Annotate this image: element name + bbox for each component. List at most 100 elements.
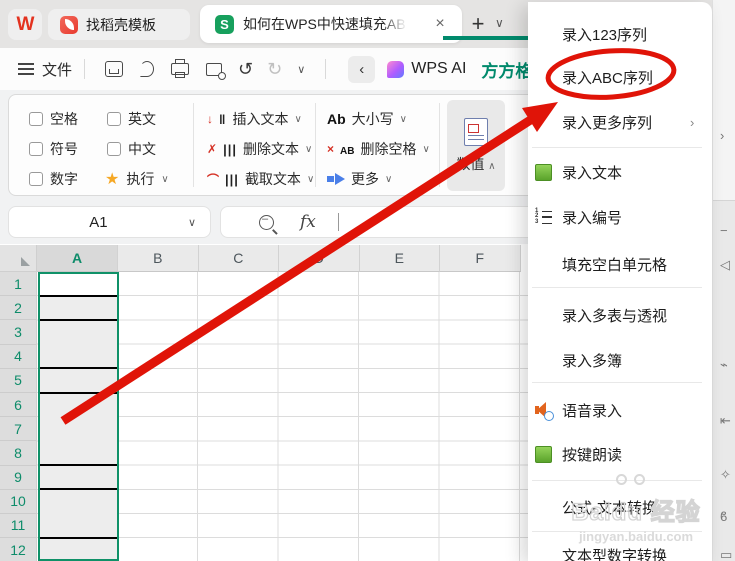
checkbox-icon[interactable] <box>29 142 43 156</box>
close-tab-icon[interactable]: × <box>430 14 450 34</box>
row-header-4[interactable]: 4 <box>0 344 37 369</box>
menu-item-enter-numbering[interactable]: 123 录入编号 <box>528 203 712 231</box>
menu-item-multi-sheet-pivot[interactable]: 录入多表与透视 <box>528 301 712 329</box>
menu-item-multi-workbook[interactable]: 录入多簿 <box>528 346 712 374</box>
button-label: 删除空格 <box>360 141 417 157</box>
column-header-F[interactable]: F <box>440 245 521 272</box>
row-header-5[interactable]: 5 <box>0 368 37 393</box>
menu-item-text-number-convert[interactable]: 文本型数字转换 <box>528 541 712 561</box>
menu-item-fill-blank-cells[interactable]: 填充空白单元格 <box>528 250 712 278</box>
menu-item-enter-abc-sequence[interactable]: 录入ABC序列 <box>528 63 712 91</box>
checkbox-icon[interactable] <box>107 142 121 156</box>
checkbox-icon[interactable] <box>29 112 43 126</box>
menu-divider <box>532 147 702 148</box>
menu-item-label: 录入多簿 <box>562 352 623 370</box>
checkbox-icon[interactable] <box>107 112 121 126</box>
export-pdf-icon[interactable] <box>140 61 155 77</box>
hamburger-menu-icon[interactable] <box>18 63 34 75</box>
merged-cell-border <box>40 367 117 370</box>
file-menu-button[interactable]: 文件 <box>42 59 72 80</box>
wps-ai-icon <box>387 60 405 78</box>
undo-icon[interactable]: ↺ <box>238 59 253 80</box>
icon-letters: AB <box>340 146 355 157</box>
name-box-chevron-icon[interactable]: ∨ <box>188 216 196 229</box>
change-case-button[interactable]: Ab 大小写 ∨ <box>327 108 407 130</box>
toolbar-more-chevron-icon[interactable]: ∨ <box>297 63 305 76</box>
sidebar-doc-icon[interactable]: ▭ <box>720 547 732 561</box>
select-all-button[interactable] <box>0 245 37 272</box>
tab-active-document[interactable]: S 如何在WPS中快速填充AB × <box>200 5 462 43</box>
execute-star-icon: ★ <box>105 171 120 188</box>
redo-icon[interactable]: ↻ <box>267 59 282 80</box>
tab-fangfangezi[interactable]: 方方格 <box>481 57 532 82</box>
tab-docer-templates[interactable]: 找稻壳模板 <box>48 9 190 40</box>
checkbox-chinese[interactable]: 中文 <box>107 139 156 159</box>
menu-item-label: 填充空白单元格 <box>562 256 668 274</box>
row-header-1[interactable]: 1 <box>0 272 37 297</box>
row-header-11[interactable]: 11 <box>0 513 37 539</box>
print-icon[interactable] <box>171 59 190 78</box>
merged-cell-border <box>40 294 117 297</box>
more-button[interactable]: 更多 ∨ <box>327 168 392 190</box>
sidebar-pin-icon[interactable]: ⌁ <box>720 357 728 373</box>
wps-home-button[interactable]: W <box>8 9 42 40</box>
row-header-8[interactable]: 8 <box>0 441 37 466</box>
row-header-3[interactable]: 3 <box>0 320 37 345</box>
checkbox-label: 符号 <box>50 141 78 157</box>
collapse-ribbon-back-button[interactable]: ‹ <box>348 55 376 83</box>
column-header-A[interactable]: A <box>37 245 118 272</box>
voice-speaker-icon <box>535 401 554 421</box>
tab-list-chevron-icon[interactable]: ∨ <box>495 16 504 30</box>
sidebar-person-icon[interactable]: ϐ <box>720 509 727 524</box>
wps-ai-button[interactable]: WPS AI <box>411 60 466 78</box>
menu-item-enter-text[interactable]: 录入文本 <box>528 158 712 186</box>
print-preview-icon[interactable] <box>206 62 227 80</box>
remove-spaces-button[interactable]: × AB 删除空格 ∨ <box>327 138 430 160</box>
menu-item-enter-123-sequence[interactable]: 录入123序列 <box>528 20 712 48</box>
insert-text-button[interactable]: ↓ ‖ 插入文本 ∨ <box>207 108 302 130</box>
column-header-C[interactable]: C <box>198 245 279 272</box>
menu-divider <box>532 287 702 288</box>
menu-item-enter-more-sequences[interactable]: 录入更多序列 › <box>528 108 712 136</box>
execute-button[interactable]: ★ 执行 ∨ <box>105 169 169 189</box>
zoom-minus-icon[interactable] <box>259 213 274 230</box>
sidebar-cursor-icon[interactable]: ◁ <box>720 257 730 273</box>
save-icon[interactable] <box>105 61 124 77</box>
button-label: 更多 <box>351 171 379 187</box>
row-header-6[interactable]: 6 <box>0 392 37 418</box>
chevron-down-icon: ∨ <box>294 113 302 125</box>
checkbox-english[interactable]: 英文 <box>107 109 156 129</box>
extract-text-button[interactable]: ⌒ ||| 截取文本 ∨ <box>207 168 314 190</box>
menu-item-formula-text-convert[interactable]: 公式-文本转换 <box>528 493 712 521</box>
merged-cell-border <box>40 536 117 539</box>
checkbox-number[interactable]: 数字 <box>29 169 78 189</box>
checkbox-space[interactable]: 空格 <box>29 109 78 129</box>
name-box[interactable]: A1 ∨ <box>8 206 211 238</box>
new-tab-button[interactable]: + <box>466 12 490 36</box>
row-header-9[interactable]: 9 <box>0 465 37 490</box>
menu-item-voice-input[interactable]: 语音录入 <box>528 396 712 424</box>
column-header-B[interactable]: B <box>118 245 199 272</box>
row-header-2[interactable]: 2 <box>0 296 37 321</box>
sidebar-minus-icon[interactable]: − <box>720 223 728 238</box>
row-header-7[interactable]: 7 <box>0 417 37 442</box>
row-header-10[interactable]: 10 <box>0 489 37 514</box>
column-header-E[interactable]: E <box>359 245 440 272</box>
active-cell-a1[interactable] <box>40 274 117 296</box>
extract-text-icon: ⌒ <box>207 172 220 187</box>
expand-panel-chevron-icon[interactable]: › <box>720 128 724 143</box>
docer-leaf-icon <box>60 15 78 34</box>
sidebar-indent-icon[interactable]: ⇤ <box>720 413 731 429</box>
column-header-D[interactable]: D <box>279 245 360 272</box>
row-header-12[interactable]: 12 <box>0 538 37 561</box>
checkbox-symbol[interactable]: 符号 <box>29 139 78 159</box>
delete-text-button[interactable]: ✗ ||| 删除文本 ∨ <box>207 138 312 160</box>
sidebar-sparkle-icon[interactable]: ✧ <box>720 467 731 483</box>
icon-bars: ||| <box>223 141 237 157</box>
checkbox-icon[interactable] <box>29 172 43 186</box>
numeric-menu-button[interactable]: 数值 ∧ <box>447 100 505 191</box>
selected-range[interactable] <box>38 272 119 561</box>
menu-item-key-readback[interactable]: 按键朗读 <box>528 440 712 468</box>
fx-icon[interactable]: fx <box>300 212 316 232</box>
icon-bars: ||| <box>225 171 239 187</box>
